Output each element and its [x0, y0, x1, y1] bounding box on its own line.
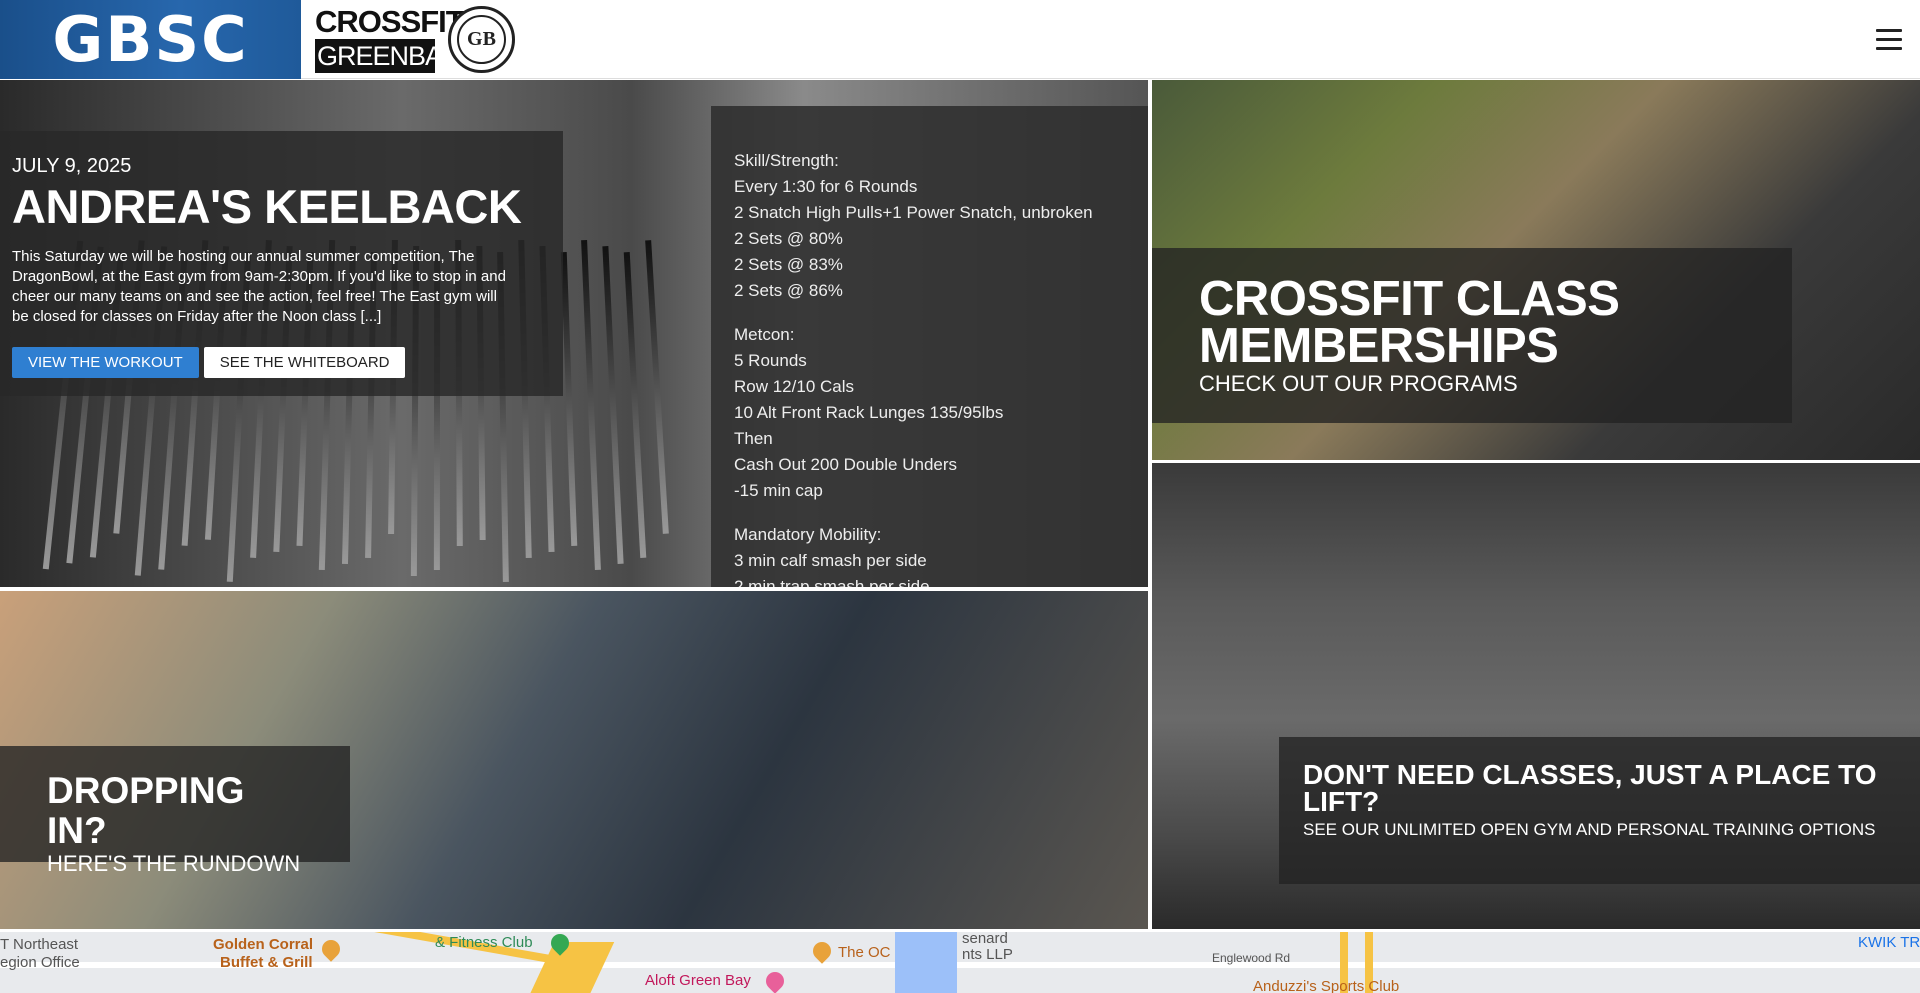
workout-line: Every 1:30 for 6 Rounds — [734, 177, 918, 196]
memberships-subtitle: CHECK OUT OUR PROGRAMS — [1199, 371, 1518, 396]
open-gym-subtitle: SEE OUR UNLIMITED OPEN GYM AND PERSONAL … — [1303, 820, 1876, 839]
crossfit-green-bay-logo[interactable]: CROSSFIT GREENBAY — [315, 4, 465, 73]
workout-panel[interactable]: Skill/Strength: Every 1:30 for 6 Rounds 2 … — [711, 106, 1148, 587]
workout-line: Metcon: — [734, 325, 795, 344]
open-gym-tile[interactable]: DON'T NEED CLASSES, JUST A PLACE TO LIFT… — [1152, 463, 1920, 929]
workout-line: 2 min trap smash per side — [734, 577, 930, 587]
barbell-shape — [602, 246, 624, 564]
map-water — [895, 932, 957, 993]
restaurant-pin-icon[interactable] — [809, 938, 835, 964]
see-whiteboard-button[interactable]: SEE THE WHITEBOARD — [203, 347, 406, 378]
map-label: The OC — [838, 944, 891, 961]
workout-section: Mandatory Mobility: 3 min calf smash per … — [734, 522, 1125, 587]
map-label: Anduzzi's Sports Club — [1253, 978, 1400, 993]
post-date: JULY 9, 2025 — [12, 155, 132, 177]
seal-logo-mark: GB — [457, 15, 506, 64]
map-label: Englewood Rd — [1212, 951, 1291, 965]
location-map[interactable]: T Northeast egion Office Golden Corral B… — [0, 932, 1920, 993]
workout-line: 2 Snatch High Pulls+1 Power Snatch, unbr… — [734, 203, 1093, 222]
map-label: senard — [962, 932, 1008, 947]
open-gym-overlay: DON'T NEED CLASSES, JUST A PLACE TO LIFT… — [1279, 737, 1920, 884]
workout-line: 2 Sets @ 80% — [734, 229, 843, 248]
logo-crossfit-text: CROSSFIT — [315, 4, 465, 39]
latest-post-tile: JULY 9, 2025 ANDREA'S KEELBACK This Satu… — [0, 80, 1148, 587]
map-label: Golden Corral — [213, 936, 314, 953]
map-label: Aloft Green Bay — [645, 972, 751, 989]
workout-section: Skill/Strength: Every 1:30 for 6 Rounds 2 … — [734, 148, 1125, 304]
workout-line: 2 Sets @ 83% — [734, 255, 843, 274]
map-label: T Northeast — [0, 936, 79, 953]
workout-line: Skill/Strength: — [734, 151, 839, 170]
gbsc-logo[interactable]: GBSC — [0, 0, 301, 79]
drop-in-overlay: DROPPING IN? HERE'S THE RUNDOWN — [0, 746, 350, 876]
site-header: GBSC CROSSFIT GREENBAY GB — [0, 0, 1920, 79]
barbell-shape — [560, 251, 578, 547]
post-excerpt: This Saturday we will be hosting our ann… — [12, 248, 506, 325]
map-label: Buffet & Grill — [220, 954, 313, 971]
workout-section: Metcon: 5 Rounds Row 12/10 Cals 10 Alt Fron… — [734, 322, 1125, 504]
view-workout-button[interactable]: VIEW THE WORKOUT — [12, 347, 199, 378]
barbell-shape — [645, 240, 669, 534]
barbell-shape — [623, 252, 647, 558]
workout-line: 2 Sets @ 86% — [734, 281, 843, 300]
map-label: & Fitness Club — [435, 934, 533, 951]
memberships-title-line2: MEMBERSHIPS — [1199, 319, 1559, 373]
latest-post-card: JULY 9, 2025 ANDREA'S KEELBACK This Satu… — [0, 131, 563, 396]
logo-greenbay-text: GREENBAY — [315, 39, 458, 73]
workout-line: Cash Out 200 Double Unders — [734, 455, 958, 474]
post-actions: VIEW THE WORKOUT SEE THE WHITEBOARD — [12, 347, 551, 378]
map-label: KWIK TR — [1858, 934, 1920, 951]
drop-in-title: DROPPING IN? — [47, 770, 245, 851]
memberships-tile[interactable]: CROSSFIT CLASS MEMBERSHIPS CHECK OUT OUR… — [1152, 80, 1920, 460]
workout-line: 10 Alt Front Rack Lunges 135/95lbs — [734, 403, 1004, 422]
open-gym-title: DON'T NEED CLASSES, JUST A PLACE TO LIFT… — [1303, 759, 1877, 817]
workout-line: 5 Rounds — [734, 351, 807, 370]
memberships-title-line1: CROSSFIT CLASS — [1199, 272, 1620, 326]
workout-line: -15 min cap — [734, 481, 823, 500]
map-label: egion Office — [0, 954, 80, 971]
map-label: nts LLP — [962, 946, 1013, 963]
seal-logo[interactable]: GB — [448, 6, 515, 73]
restaurant-pin-icon[interactable] — [318, 936, 344, 962]
post-title[interactable]: ANDREA'S KEELBACK — [12, 181, 551, 233]
workout-line: Row 12/10 Cals — [734, 377, 855, 396]
memberships-overlay: CROSSFIT CLASS MEMBERSHIPS CHECK OUT OUR… — [1152, 248, 1792, 423]
drop-in-subtitle: HERE'S THE RUNDOWN — [47, 851, 301, 876]
workout-line: Then — [734, 429, 773, 448]
workout-line: 3 min calf smash per side — [734, 551, 927, 570]
barbell-shape — [581, 240, 601, 570]
drop-in-tile[interactable]: DROPPING IN? HERE'S THE RUNDOWN — [0, 591, 1148, 929]
workout-line: Mandatory Mobility: — [734, 525, 882, 544]
menu-icon[interactable] — [1876, 29, 1902, 51]
hotel-pin-icon[interactable] — [762, 968, 788, 993]
